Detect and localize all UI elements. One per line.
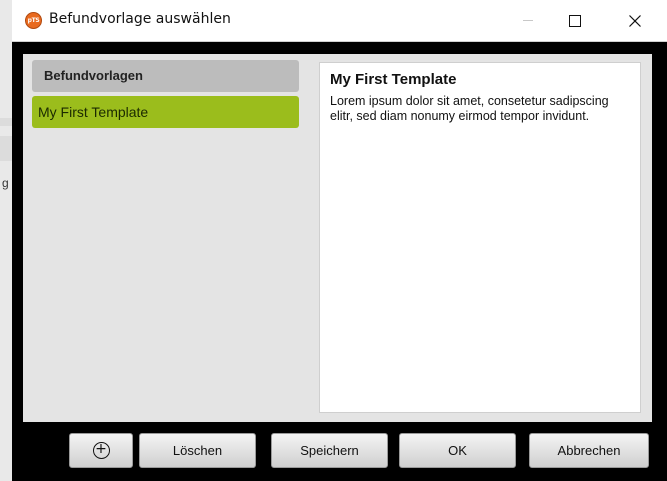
add-button[interactable]: +	[69, 433, 133, 468]
dialog-content: Befundvorlagen My First Template My Firs…	[23, 54, 652, 422]
save-button[interactable]: Speichern	[271, 433, 388, 468]
background-strip-middle	[0, 136, 12, 161]
cancel-button[interactable]: Abbrechen	[529, 433, 649, 468]
ok-button[interactable]: OK	[399, 433, 516, 468]
maximize-button[interactable]	[552, 0, 598, 41]
plus-circle-icon: +	[92, 442, 110, 459]
background-text: g	[2, 176, 9, 190]
delete-button[interactable]: Löschen	[139, 433, 256, 468]
close-icon	[629, 14, 641, 27]
close-button[interactable]	[612, 0, 658, 41]
dialog-window: pTS Befundvorlage auswählen Befundvorlag…	[12, 0, 667, 481]
title-bar: pTS Befundvorlage auswählen	[12, 0, 667, 42]
minimize-icon	[523, 20, 533, 21]
background-strip-top	[0, 118, 12, 126]
app-logo-icon: pTS	[25, 12, 42, 29]
preview-body: Lorem ipsum dolor sit amet, consetetur s…	[330, 94, 609, 123]
template-list: Befundvorlagen My First Template	[32, 60, 299, 128]
maximize-icon	[569, 14, 581, 27]
preview-title: My First Template	[330, 71, 457, 88]
minimize-button[interactable]	[505, 0, 551, 41]
template-list-header: Befundvorlagen	[32, 60, 299, 92]
template-preview: My First Template Lorem ipsum dolor sit …	[319, 62, 641, 413]
window-title: Befundvorlage auswählen	[49, 11, 231, 27]
template-list-item[interactable]: My First Template	[32, 96, 299, 128]
